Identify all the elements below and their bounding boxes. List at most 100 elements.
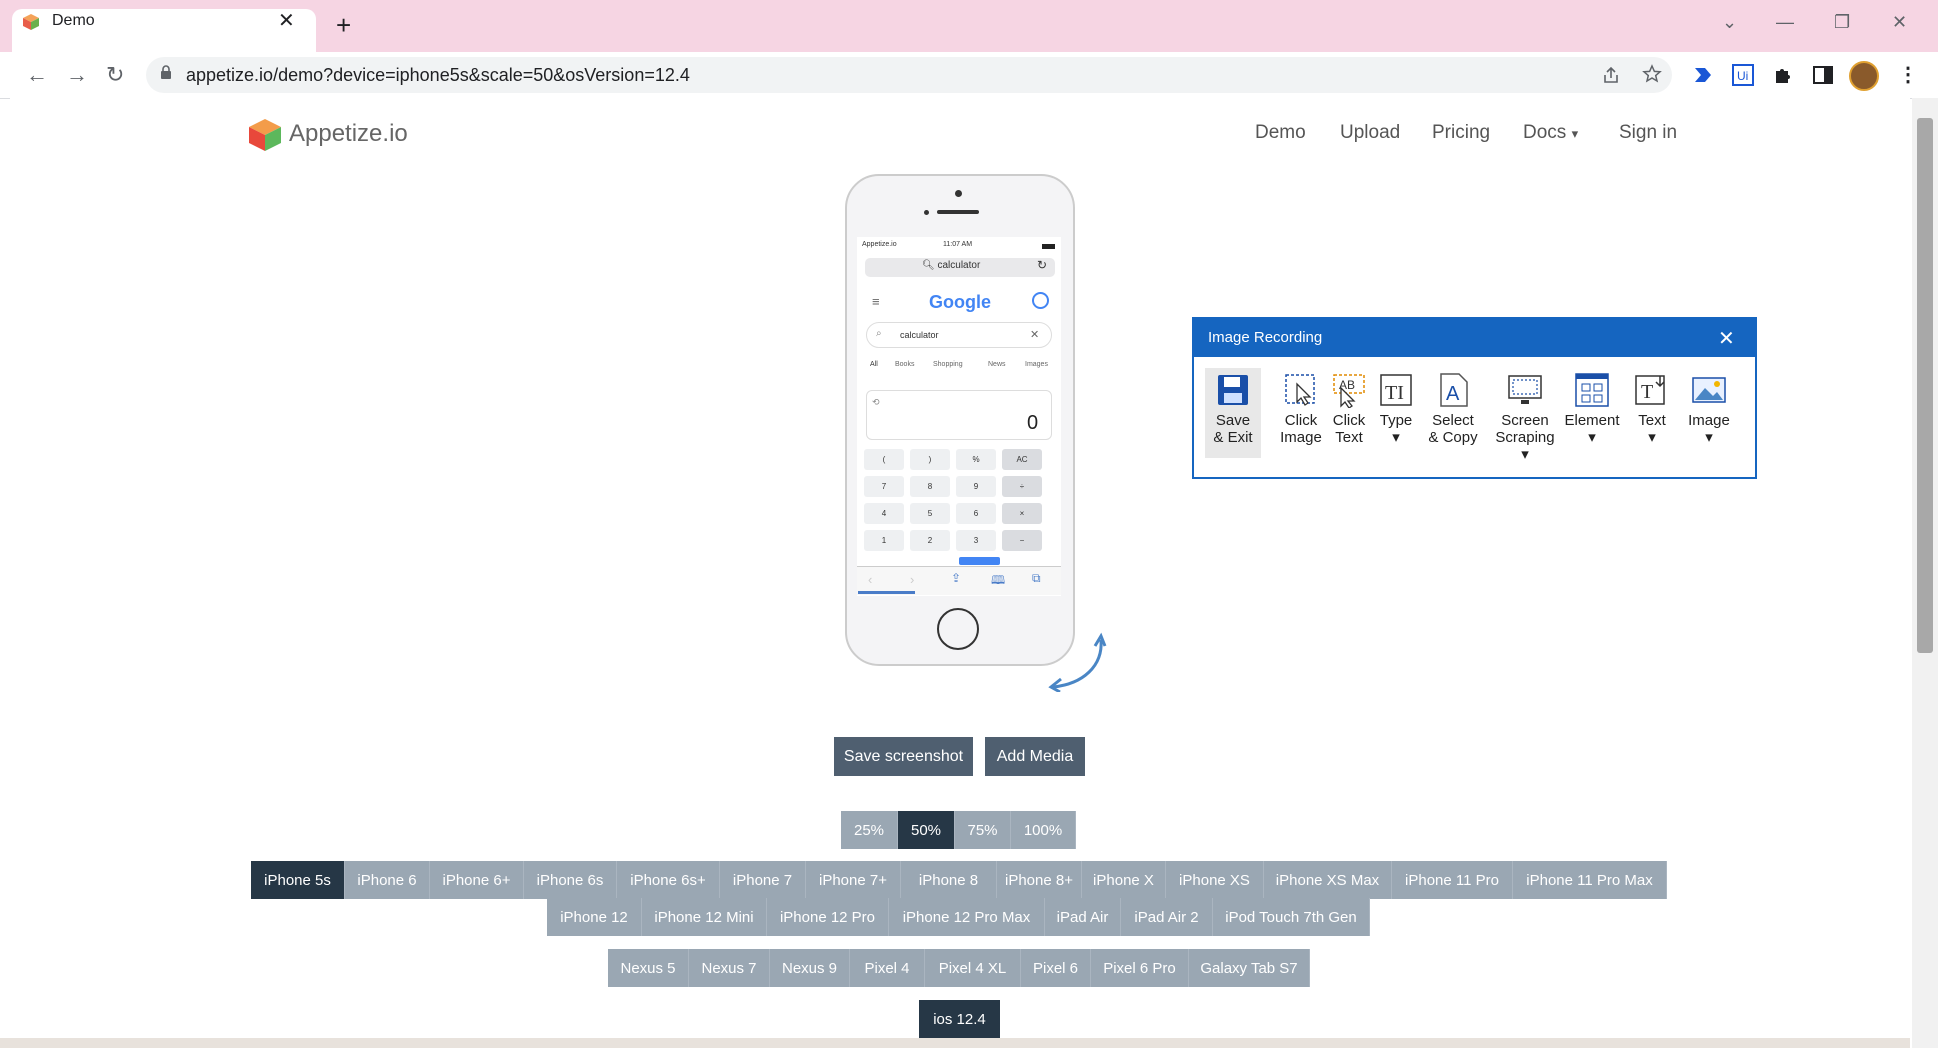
safari-forward-icon[interactable]: ›: [910, 572, 914, 587]
tab-search-icon[interactable]: ⌄: [1722, 12, 1737, 33]
device-option[interactable]: Galaxy Tab S7: [1189, 949, 1310, 987]
google-search-box[interactable]: [866, 322, 1052, 348]
device-option[interactable]: Nexus 5: [608, 949, 689, 987]
device-option[interactable]: iPhone 6s: [524, 861, 617, 899]
appetize-logo-icon[interactable]: [247, 117, 283, 153]
result-tab-shopping[interactable]: Shopping: [933, 361, 963, 368]
device-option[interactable]: iPhone 12: [547, 898, 642, 936]
reload-button[interactable]: ↻: [106, 62, 124, 88]
url-text[interactable]: appetize.io/demo?device=iphone5s&scale=5…: [186, 65, 690, 86]
result-tab-books[interactable]: Books: [895, 361, 914, 368]
device-option[interactable]: iPod Touch 7th Gen: [1213, 898, 1370, 936]
device-option[interactable]: Nexus 7: [689, 949, 770, 987]
calc-key[interactable]: (: [864, 449, 904, 470]
device-option[interactable]: iPhone 6: [345, 861, 430, 899]
recording-tool[interactable]: Element ▾: [1560, 368, 1624, 458]
scrollbar-thumb[interactable]: [1917, 118, 1933, 653]
device-option[interactable]: iPhone XS: [1166, 861, 1264, 899]
star-icon[interactable]: [1642, 64, 1662, 84]
forward-button[interactable]: →: [66, 62, 88, 88]
safari-share-icon[interactable]: ⇪: [951, 571, 961, 585]
device-option[interactable]: iPad Air: [1045, 898, 1121, 936]
device-option[interactable]: iPhone 12 Mini: [642, 898, 767, 936]
calc-key[interactable]: %: [956, 449, 996, 470]
lock-icon[interactable]: [160, 65, 172, 79]
calc-key[interactable]: 3: [956, 530, 996, 551]
calc-key[interactable]: ÷: [1002, 476, 1042, 497]
device-option[interactable]: iPhone 8: [901, 861, 997, 899]
device-option[interactable]: iPhone 12 Pro Max: [889, 898, 1045, 936]
minimize-button[interactable]: —: [1776, 12, 1794, 33]
device-option[interactable]: iPhone 12 Pro: [767, 898, 889, 936]
scale-option[interactable]: 75%: [955, 811, 1011, 849]
nav-docs[interactable]: Docs ▾: [1523, 122, 1578, 144]
device-option[interactable]: Pixel 4: [850, 949, 925, 987]
recording-tool[interactable]: A Select & Copy: [1421, 368, 1485, 458]
calc-key[interactable]: 5: [910, 503, 950, 524]
nav-upload[interactable]: Upload: [1340, 122, 1400, 144]
calc-key[interactable]: 7: [864, 476, 904, 497]
recording-tool[interactable]: Screen Scraping ▾: [1490, 368, 1560, 463]
result-tab-news[interactable]: News: [988, 361, 1006, 368]
device-option[interactable]: iPhone 6s+: [617, 861, 720, 899]
device-option[interactable]: iPhone X: [1082, 861, 1166, 899]
restore-button[interactable]: ❐: [1834, 12, 1850, 33]
account-icon[interactable]: [1032, 292, 1049, 309]
device-option[interactable]: iPhone 6+: [430, 861, 524, 899]
equals-key-partial[interactable]: [959, 557, 1000, 565]
device-option[interactable]: Pixel 6: [1021, 949, 1091, 987]
nav-sign-in[interactable]: Sign in: [1619, 122, 1677, 144]
calc-key[interactable]: 2: [910, 530, 950, 551]
calc-key[interactable]: 1: [864, 530, 904, 551]
save-screenshot-button[interactable]: Save screenshot: [834, 737, 973, 776]
rotate-device-icon[interactable]: [1043, 632, 1107, 692]
tab-close-icon[interactable]: ✕: [278, 8, 295, 33]
nav-demo[interactable]: Demo: [1255, 122, 1306, 144]
clear-search-icon[interactable]: ✕: [1030, 328, 1039, 341]
share-icon[interactable]: [1601, 65, 1621, 85]
close-window-button[interactable]: ✕: [1892, 12, 1907, 33]
ui-icon[interactable]: Ui: [1732, 64, 1754, 86]
recording-tool[interactable]: TI Type ▾: [1373, 368, 1419, 458]
result-tab-all[interactable]: All: [870, 361, 878, 368]
os-version-button[interactable]: ios 12.4: [919, 1000, 1000, 1038]
safari-back-icon[interactable]: ‹: [868, 572, 872, 587]
device-option[interactable]: iPhone 8+: [997, 861, 1082, 899]
device-option[interactable]: iPad Air 2: [1121, 898, 1213, 936]
recording-tool[interactable]: AB Click Text: [1325, 368, 1373, 458]
menu-icon[interactable]: ⋮: [1898, 62, 1918, 87]
calc-key[interactable]: 4: [864, 503, 904, 524]
hamburger-icon[interactable]: ≡: [872, 294, 880, 309]
device-option[interactable]: iPhone XS Max: [1264, 861, 1392, 899]
calc-key[interactable]: −: [1002, 530, 1042, 551]
profile-avatar[interactable]: [1849, 61, 1879, 91]
sidebar-icon[interactable]: [1812, 64, 1834, 86]
reload-icon[interactable]: ↻: [1037, 258, 1047, 272]
safari-bookmarks-icon[interactable]: 🕮: [991, 571, 1005, 592]
scale-option[interactable]: 50%: [898, 811, 955, 849]
calc-key[interactable]: 6: [956, 503, 996, 524]
device-option[interactable]: iPhone 5s: [251, 861, 345, 899]
calc-key[interactable]: 9: [956, 476, 996, 497]
nav-pricing[interactable]: Pricing: [1432, 122, 1490, 144]
new-tab-button[interactable]: +: [336, 12, 351, 38]
add-media-button[interactable]: Add Media: [985, 737, 1085, 776]
brand-name[interactable]: Appetize.io: [289, 120, 408, 148]
device-option[interactable]: Nexus 9: [770, 949, 850, 987]
home-button[interactable]: [937, 608, 979, 650]
recording-tool[interactable]: Save & Exit: [1205, 368, 1261, 458]
device-option[interactable]: iPhone 11 Pro Max: [1513, 861, 1667, 899]
device-option[interactable]: iPhone 11 Pro: [1392, 861, 1513, 899]
recording-tool[interactable]: T Text ▾: [1624, 368, 1680, 458]
device-option[interactable]: Pixel 4 XL: [925, 949, 1021, 987]
scale-option[interactable]: 100%: [1011, 811, 1076, 849]
panel-close-icon[interactable]: ✕: [1718, 326, 1735, 351]
recording-tool[interactable]: Click Image: [1275, 368, 1327, 458]
puzzle-icon[interactable]: [1772, 64, 1794, 86]
history-icon[interactable]: ⟲: [872, 397, 880, 408]
recording-tool[interactable]: Image ▾: [1680, 368, 1738, 458]
calc-key[interactable]: AC: [1002, 449, 1042, 470]
calc-key[interactable]: 8: [910, 476, 950, 497]
device-option[interactable]: Pixel 6 Pro: [1091, 949, 1189, 987]
extension-arrow-icon[interactable]: [1692, 64, 1714, 86]
